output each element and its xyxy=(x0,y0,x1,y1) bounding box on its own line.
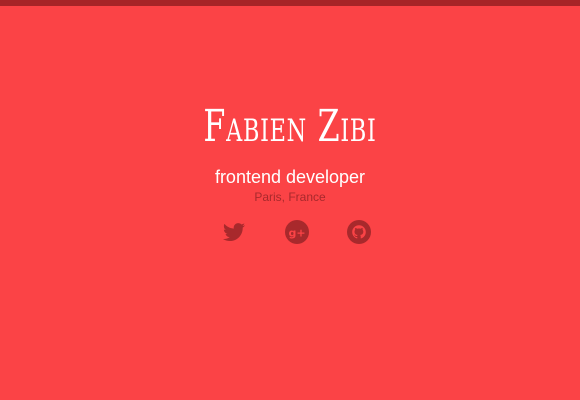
profile-hero: Fabien Zibi frontend developer Paris, Fr… xyxy=(0,0,580,400)
google-plus-glyph: g+ xyxy=(288,227,305,240)
location-text: Paris, France xyxy=(254,190,326,204)
github-link[interactable] xyxy=(346,219,372,245)
twitter-icon xyxy=(223,223,245,241)
twitter-link[interactable] xyxy=(221,219,247,245)
profile-name: Fabien Zibi xyxy=(203,101,377,152)
github-icon xyxy=(347,220,371,244)
google-plus-icon: g+ xyxy=(285,220,309,244)
job-title: frontend developer xyxy=(214,167,366,187)
google-plus-link[interactable]: g+ xyxy=(284,219,310,245)
